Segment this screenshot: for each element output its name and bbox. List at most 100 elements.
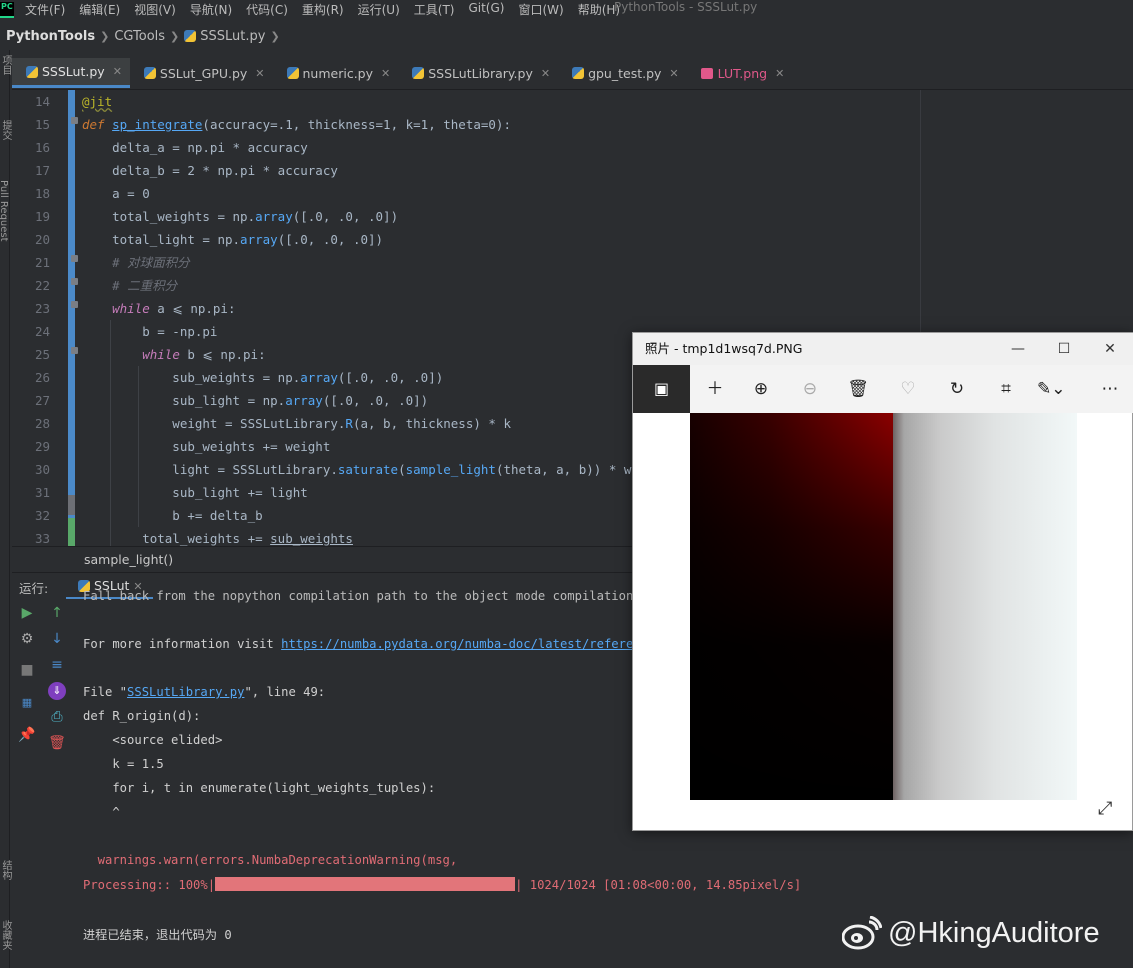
line-number: 21 xyxy=(34,255,50,270)
delete-icon[interactable]: 🗑 xyxy=(846,377,870,401)
zoom-in-icon[interactable]: ⊕ xyxy=(749,377,773,401)
close-icon[interactable]: ✕ xyxy=(113,65,122,78)
tab-sslut-gpu[interactable]: SSLut_GPU.py ✕ xyxy=(130,58,273,88)
close-icon[interactable]: ✕ xyxy=(541,67,550,80)
console-line: def R_origin(d): xyxy=(83,709,201,723)
menu-edit[interactable]: 编辑(E) xyxy=(79,1,120,18)
pycharm-logo: PC xyxy=(0,2,14,18)
fold-marker-icon[interactable] xyxy=(71,347,78,354)
photos-viewer-window: 照片 - tmp1d1wsq7d.PNG — ☐ ✕ ▣ ＋ ⊕ ⊖ 🗑 ♡ ↻… xyxy=(632,332,1133,831)
code-line: sub_weights = np.array([.0, .0, .0]) xyxy=(82,370,444,385)
more-icon[interactable]: ⋯ xyxy=(1098,377,1122,401)
fold-marker-icon[interactable] xyxy=(71,301,78,308)
line-number: 19 xyxy=(34,209,50,224)
breadcrumb: PythonTools ❯ CGTools ❯ SSSLut.py ❯ xyxy=(0,24,1133,48)
tab-ssslut[interactable]: SSSLut.py ✕ xyxy=(12,58,130,88)
progress-stats: | 1024/1024 [01:08<00:00, 14.85pixel/s] xyxy=(515,878,802,892)
menu-git[interactable]: Git(G) xyxy=(468,1,504,18)
fold-marker-icon[interactable] xyxy=(71,255,78,262)
close-icon[interactable]: ✕ xyxy=(381,67,390,80)
line-number: 17 xyxy=(34,163,50,178)
menu-window[interactable]: 窗口(W) xyxy=(518,1,563,18)
menu-run[interactable]: 运行(U) xyxy=(358,1,400,18)
exit-message: 进程已结束，退出代码为 0 xyxy=(83,928,232,942)
fold-marker-icon[interactable] xyxy=(71,278,78,285)
layout-icon[interactable]: ▦ xyxy=(18,694,36,712)
code-line: weight = SSSLutLibrary.R(a, b, thickness… xyxy=(82,416,511,431)
vcs-change-bar xyxy=(68,90,75,546)
tab-gpu-test[interactable]: gpu_test.py ✕ xyxy=(558,58,687,88)
source-file-link[interactable]: SSSLutLibrary.py xyxy=(127,685,244,699)
menu-file[interactable]: 文件(F) xyxy=(25,1,65,18)
pin-icon[interactable]: 📌 xyxy=(18,726,36,744)
add-icon[interactable]: ＋ xyxy=(703,377,727,401)
stop-icon[interactable]: ■ xyxy=(18,661,36,679)
menu-code[interactable]: 代码(C) xyxy=(246,1,288,18)
line-number-gutter: 14 15 16 17 18 19 20 21 22 23 24 25 26 2… xyxy=(12,90,58,546)
scroll-to-end-icon[interactable]: ⇓ xyxy=(48,682,66,700)
up-arrow-icon[interactable]: ↑ xyxy=(48,604,66,622)
code-line: b += delta_b xyxy=(82,508,263,523)
menu-navigate[interactable]: 导航(N) xyxy=(190,1,232,18)
code-line: light = SSSLutLibrary.saturate(sample_li… xyxy=(82,462,670,477)
rotate-icon[interactable]: ↻ xyxy=(945,377,969,401)
breadcrumb-file[interactable]: SSSLut.py xyxy=(200,29,265,44)
tab-label: SSLut_GPU.py xyxy=(159,65,248,81)
breadcrumb-folder[interactable]: CGTools xyxy=(114,29,165,44)
console-line: for i, t in enumerate(light_weights_tupl… xyxy=(83,781,436,795)
image-icon[interactable]: ▣ xyxy=(633,365,690,413)
tab-numeric[interactable]: numeric.py ✕ xyxy=(273,58,399,88)
console-line: ^ xyxy=(83,805,120,819)
crop-icon[interactable]: ⌗ xyxy=(994,377,1018,401)
zoom-out-icon[interactable]: ⊖ xyxy=(798,377,822,401)
menu-tools[interactable]: 工具(T) xyxy=(414,1,455,18)
line-number: 24 xyxy=(34,324,50,339)
trash-icon[interactable]: 🗑 xyxy=(48,734,66,752)
close-icon[interactable]: ✕ xyxy=(255,67,264,80)
line-number: 22 xyxy=(34,278,50,293)
down-arrow-icon[interactable]: ↓ xyxy=(48,630,66,648)
chevron-right-icon: ❯ xyxy=(100,29,110,43)
code-line: delta_b = 2 * np.pi * accuracy xyxy=(82,163,338,178)
soft-wrap-icon[interactable]: ≡ xyxy=(48,656,66,674)
console-line: k = 1.5 xyxy=(83,757,164,771)
weibo-logo-icon xyxy=(841,915,883,950)
python-file-icon xyxy=(26,65,38,78)
line-number: 20 xyxy=(34,232,50,247)
heart-icon[interactable]: ♡ xyxy=(896,377,920,401)
line-number: 15 xyxy=(34,117,50,132)
close-icon[interactable]: ✕ xyxy=(669,67,678,80)
numba-doc-link[interactable]: https://numba.pydata.org/numba-doc/lates… xyxy=(281,637,663,651)
edit-icon[interactable]: ✎⌄ xyxy=(1037,377,1066,401)
minimize-icon[interactable]: — xyxy=(995,333,1041,365)
line-number: 27 xyxy=(34,393,50,408)
photos-title-bar: 照片 - tmp1d1wsq7d.PNG — ☐ ✕ xyxy=(633,333,1133,365)
settings-icon[interactable]: ⚙ xyxy=(18,630,36,648)
console-line: <source elided> xyxy=(83,733,223,747)
menu-refactor[interactable]: 重构(R) xyxy=(302,1,344,18)
maximize-icon[interactable]: ☐ xyxy=(1041,333,1087,365)
editor-breadcrumb[interactable]: sample_light() xyxy=(12,546,632,572)
code-line: total_weights += sub_weights xyxy=(82,531,353,546)
menu-view[interactable]: 视图(V) xyxy=(134,1,176,18)
progress-label: Processing:: 100%| xyxy=(83,878,216,892)
fullscreen-icon[interactable]: ⤢ xyxy=(1098,798,1112,819)
fold-marker-icon[interactable] xyxy=(71,117,78,124)
tab-label: gpu_test.py xyxy=(588,65,662,81)
print-icon[interactable]: ⎙ xyxy=(48,708,66,726)
close-icon[interactable]: ✕ xyxy=(775,67,784,80)
close-icon[interactable]: ✕ xyxy=(1087,333,1133,365)
photos-toolbar: ▣ ＋ ⊕ ⊖ 🗑 ♡ ↻ ⌗ ✎⌄ ⋯ xyxy=(633,365,1133,413)
image-file-icon xyxy=(700,67,713,79)
run-label: 运行: xyxy=(19,581,49,596)
tab-label: SSSLut.py xyxy=(42,64,105,79)
rerun-icon[interactable]: ▶ xyxy=(18,604,36,622)
pull-request-tool-button[interactable]: Pull Request xyxy=(0,180,9,242)
tab-ssslutlibrary[interactable]: SSSLutLibrary.py ✕ xyxy=(398,58,558,88)
lut-image xyxy=(690,413,1077,800)
breadcrumb-project[interactable]: PythonTools xyxy=(6,29,95,44)
code-line: sub_weights += weight xyxy=(82,439,331,454)
line-number: 23 xyxy=(34,301,50,316)
code-line: total_weights = np.array([.0, .0, .0]) xyxy=(82,209,399,224)
tab-lut-png[interactable]: LUT.png ✕ xyxy=(687,58,793,88)
